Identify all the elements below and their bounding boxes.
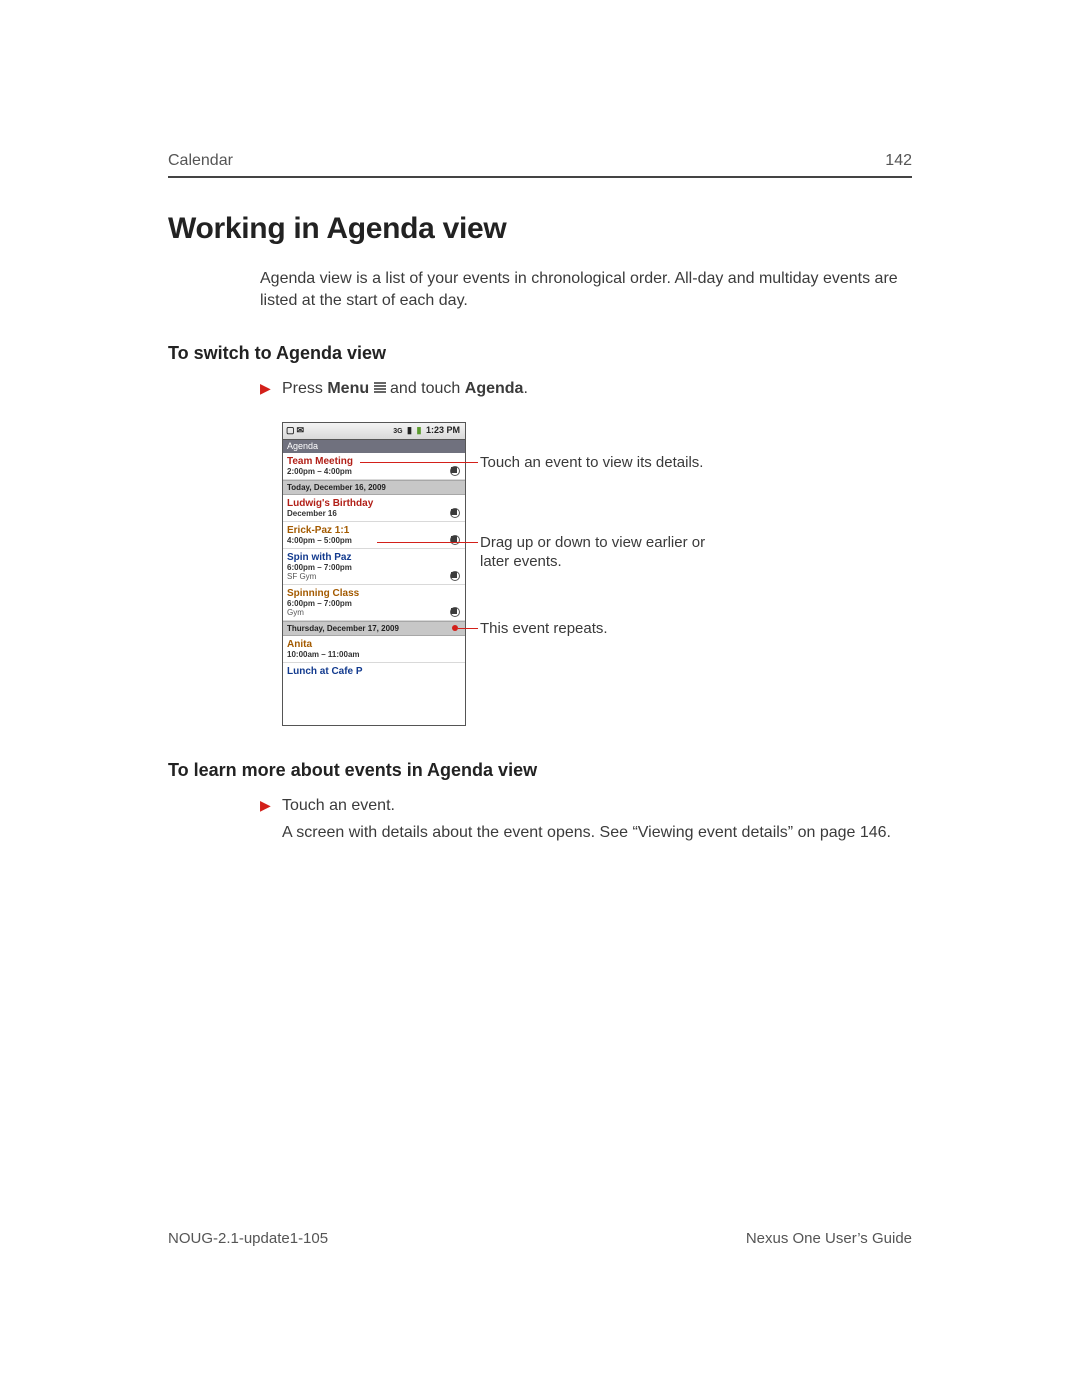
sync-icon — [450, 535, 460, 545]
callout-drag-events: Drag up or down to view earlier or later… — [480, 533, 720, 572]
bullet-marker-icon: ▶ — [260, 379, 271, 398]
bullet-marker-icon: ▶ — [260, 796, 271, 815]
section-name: Calendar — [168, 152, 233, 170]
sdcard-icon: ▢ — [286, 425, 295, 436]
battery-icon: ▮ — [417, 425, 422, 436]
leader-line — [458, 628, 478, 629]
event-spinning-class: Spinning Class 6:00pm – 7:00pm Gym — [283, 585, 465, 621]
agenda-header: Agenda — [283, 440, 465, 453]
step-touch-event: ▶ Touch an event. — [260, 795, 912, 817]
signal-icon: ▮ — [407, 425, 412, 436]
event-erick-paz: Erick-Paz 1:1 4:00pm – 5:00pm — [283, 522, 465, 549]
agenda-figure: ▢✉ 3G ▮ ▮ 1:23 PM Agenda Team Meeting 2:… — [282, 422, 802, 732]
doc-title: Nexus One User’s Guide — [746, 1230, 912, 1247]
step-press-menu: ▶ Press Menu and touch Agenda. — [260, 378, 912, 400]
leader-line — [360, 462, 478, 463]
date-header-today: Today, December 16, 2009 — [283, 480, 465, 495]
page-title: Working in Agenda view — [168, 212, 912, 246]
sync-icon — [450, 466, 460, 476]
section-switch-heading: To switch to Agenda view — [168, 343, 912, 364]
running-header: Calendar 142 — [168, 152, 912, 178]
event-team-meeting: Team Meeting 2:00pm – 4:00pm — [283, 453, 465, 480]
status-right-icons: 3G ▮ ▮ 1:23 PM — [393, 425, 462, 436]
status-bar: ▢✉ 3G ▮ ▮ 1:23 PM — [283, 423, 465, 440]
sync-icon — [450, 571, 460, 581]
event-lunch-cafe-p: Lunch at Cafe P — [283, 663, 465, 680]
callout-touch-event: Touch an event to view its details. — [480, 453, 703, 473]
event-ludwigs-birthday: Ludwig's Birthday December 16 — [283, 495, 465, 522]
sync-icon — [450, 508, 460, 518]
repeat-icon — [450, 607, 460, 617]
leader-line — [377, 542, 478, 543]
page-number: 142 — [885, 152, 912, 170]
menu-icon — [374, 381, 386, 395]
status-time: 1:23 PM — [426, 425, 460, 435]
intro-paragraph: Agenda view is a list of your events in … — [260, 268, 912, 311]
callout-event-repeats: This event repeats. — [480, 619, 608, 639]
network-3g-icon: 3G — [393, 428, 402, 435]
mail-icon: ✉ — [297, 425, 305, 436]
page-footer: NOUG-2.1-update1-105 Nexus One User’s Gu… — [168, 1230, 912, 1247]
phone-screenshot: ▢✉ 3G ▮ ▮ 1:23 PM Agenda Team Meeting 2:… — [282, 422, 466, 726]
section-learn-heading: To learn more about events in Agenda vie… — [168, 760, 912, 781]
status-left-icons: ▢✉ — [286, 425, 306, 436]
event-anita: Anita 10:00am – 11:00am — [283, 636, 465, 663]
event-spin-with-paz: Spin with Paz 6:00pm – 7:00pm SF Gym — [283, 549, 465, 585]
doc-id: NOUG-2.1-update1-105 — [168, 1230, 328, 1247]
step-result-text: A screen with details about the event op… — [282, 822, 912, 844]
date-header-tomorrow: Thursday, December 17, 2009 — [283, 621, 465, 636]
